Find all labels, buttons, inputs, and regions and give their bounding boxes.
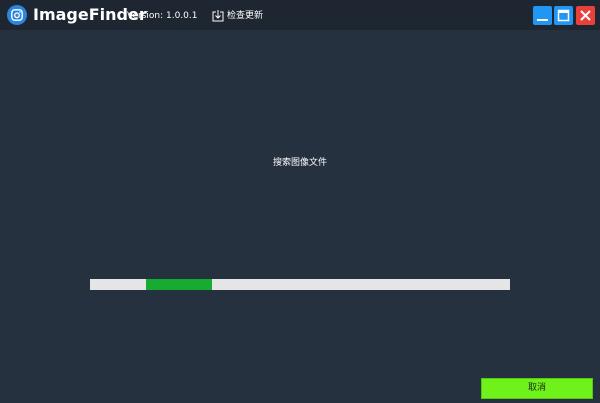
minimize-icon (537, 19, 548, 21)
camera-logo-icon (7, 5, 27, 25)
minimize-button[interactable] (533, 6, 552, 25)
check-update-label: 检查更新 (227, 10, 264, 21)
app-window: ImageFinder Version: 1.0.0.1 检查更新 搜索图像文件… (0, 0, 600, 403)
title-bar[interactable]: ImageFinder Version: 1.0.0.1 检查更新 (0, 0, 600, 30)
maximize-button[interactable] (554, 6, 573, 25)
progress-bar (90, 279, 510, 290)
status-text: 搜索图像文件 (272, 158, 327, 168)
close-button[interactable] (576, 6, 595, 25)
progress-bar-fill (146, 279, 213, 290)
version-label: Version: 1.0.0.1 (127, 11, 198, 21)
cancel-button[interactable]: 取消 (481, 378, 593, 399)
check-update-button[interactable]: 检查更新 (212, 7, 263, 24)
close-icon (580, 10, 591, 21)
download-update-icon (212, 9, 224, 21)
maximize-icon (557, 9, 570, 22)
